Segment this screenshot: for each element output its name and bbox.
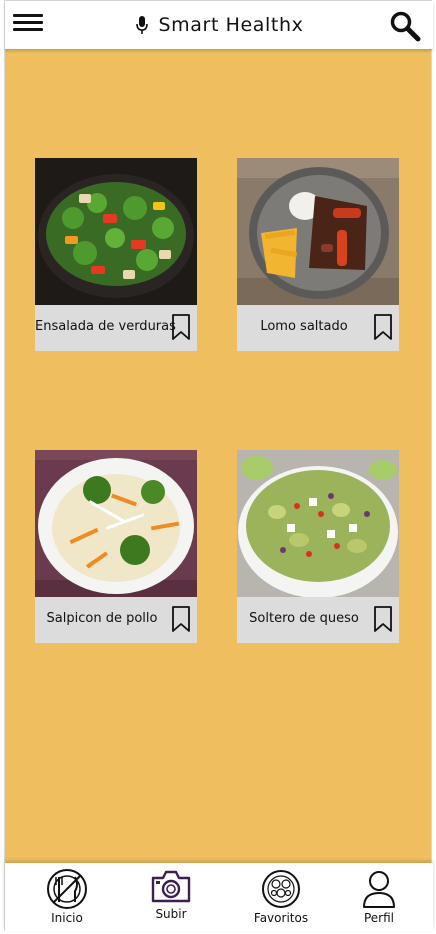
app-title: Smart Healthx <box>158 14 304 36</box>
camera-icon <box>151 870 191 903</box>
bottom-navigation: Inicio Subir Favoritos Perfil <box>5 863 433 931</box>
chicken-salad-photo <box>35 450 197 597</box>
nav-label: Inicio <box>51 911 83 925</box>
nav-item-inicio[interactable]: Inicio <box>27 869 107 929</box>
recipe-card[interactable]: Salpicon de pollo <box>35 450 197 643</box>
top-bar: Smart Healthx <box>5 1 433 49</box>
card-footer: Lomo saltado <box>237 305 399 351</box>
plate-utensils-icon <box>47 869 87 909</box>
bookmark-icon[interactable] <box>373 313 393 341</box>
nav-label: Subir <box>155 907 187 921</box>
nav-label: Perfil <box>363 911 395 925</box>
recipe-name: Ensalada de verduras <box>35 319 176 334</box>
bookmark-icon[interactable] <box>373 605 393 633</box>
food-plate-icon <box>262 870 300 908</box>
nav-label: Favoritos <box>253 911 309 925</box>
card-footer: Ensalada de verduras <box>35 305 197 351</box>
microphone-icon[interactable] <box>135 15 149 35</box>
stir-fried-vegetables-photo <box>35 158 197 305</box>
bookmark-icon[interactable] <box>171 313 191 341</box>
title-area: Smart Healthx <box>5 1 433 49</box>
card-footer: Salpicon de pollo <box>35 597 197 643</box>
lomo-saltado-photo <box>237 158 399 305</box>
bean-cheese-salad-photo <box>237 450 399 597</box>
user-icon <box>363 871 395 908</box>
nav-item-subir[interactable]: Subir <box>131 869 211 929</box>
search-icon[interactable] <box>389 10 421 42</box>
card-footer: Soltero de queso <box>237 597 399 643</box>
recipe-card[interactable]: Lomo saltado <box>237 158 399 351</box>
nav-item-favoritos[interactable]: Favoritos <box>241 869 321 929</box>
recipe-name: Salpicon de pollo <box>46 611 158 626</box>
app-screen: Smart Healthx Ensalada de verduras Lomo … <box>4 0 433 931</box>
recipe-name: Lomo saltado <box>260 319 348 334</box>
recipe-name: Soltero de queso <box>249 611 359 626</box>
recipe-card[interactable]: Ensalada de verduras <box>35 158 197 351</box>
bookmark-icon[interactable] <box>171 605 191 633</box>
nav-item-perfil[interactable]: Perfil <box>339 869 419 929</box>
recipe-card[interactable]: Soltero de queso <box>237 450 399 643</box>
